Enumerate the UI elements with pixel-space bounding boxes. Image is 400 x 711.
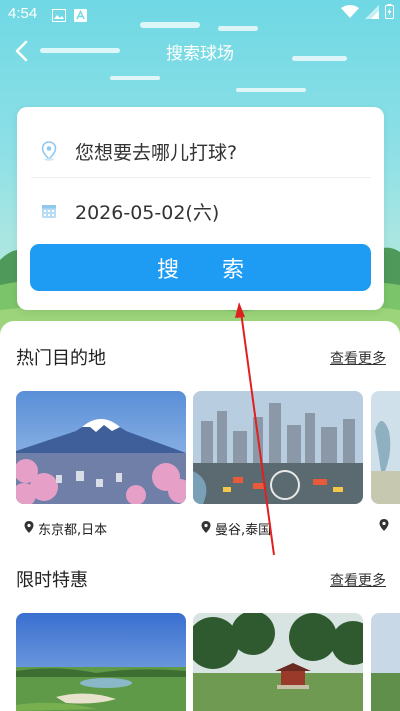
a-notification-icon: [74, 7, 87, 26]
image-notification-icon: [52, 7, 66, 26]
deal-card[interactable]: [193, 613, 363, 711]
view-more-link[interactable]: 查看更多: [330, 348, 386, 368]
location-pin-icon: [39, 141, 59, 161]
destination-image: [371, 391, 400, 504]
destination-location: 东京都,日本: [24, 519, 107, 538]
golf-course-image: [16, 613, 186, 711]
nav-bar: 搜索球场: [0, 30, 400, 70]
deal-card[interactable]: [16, 613, 186, 711]
search-card: 您想要去哪儿打球? 2026-05-02(六) 搜 索: [17, 107, 384, 310]
cellular-signal-icon: [365, 4, 379, 23]
destination-card-bangkok[interactable]: [193, 391, 363, 504]
destination-card-tokyo[interactable]: [16, 391, 186, 504]
garden-pavilion-image: [193, 613, 363, 711]
status-bar: 4:54: [0, 0, 400, 28]
destination-card-partial[interactable]: [371, 391, 400, 504]
cloud: [236, 88, 306, 92]
location-pin-icon: [201, 520, 211, 537]
tokyo-image: [16, 391, 186, 504]
deals-header: 限时特惠 查看更多: [16, 566, 386, 594]
date-field[interactable]: 2026-05-02(六): [31, 189, 371, 233]
wifi-icon: [341, 4, 359, 23]
deal-card-partial[interactable]: [371, 613, 400, 711]
section-title: 限时特惠: [16, 570, 88, 591]
destination-field[interactable]: 您想要去哪儿打球?: [31, 129, 371, 173]
selected-date: 2026-05-02(六): [75, 201, 220, 224]
section-title: 热门目的地: [16, 348, 106, 369]
location-label: 东京都,日本: [38, 523, 108, 538]
calendar-icon: [39, 201, 59, 221]
view-more-link[interactable]: 查看更多: [330, 570, 386, 590]
destination-placeholder: 您想要去哪儿打球?: [75, 141, 238, 164]
page-title: 搜索球场: [166, 44, 234, 64]
battery-icon: [385, 4, 394, 23]
destination-location-partial: [379, 519, 393, 535]
destination-location: 曼谷,泰国: [201, 519, 271, 538]
deal-image: [371, 613, 400, 711]
status-time: 4:54: [8, 5, 38, 22]
location-pin-icon: [24, 520, 34, 537]
content-panel: 热门目的地 查看更多 东京都,日本 曼谷,泰国 限时特惠 查看更多: [0, 321, 400, 711]
hot-destinations-header: 热门目的地 查看更多: [16, 344, 386, 372]
bangkok-image: [193, 391, 363, 504]
cloud: [110, 76, 160, 80]
location-label: 曼谷,泰国: [215, 523, 272, 538]
divider: [31, 177, 371, 178]
search-button[interactable]: 搜 索: [30, 244, 371, 291]
location-pin-icon: [379, 519, 389, 535]
